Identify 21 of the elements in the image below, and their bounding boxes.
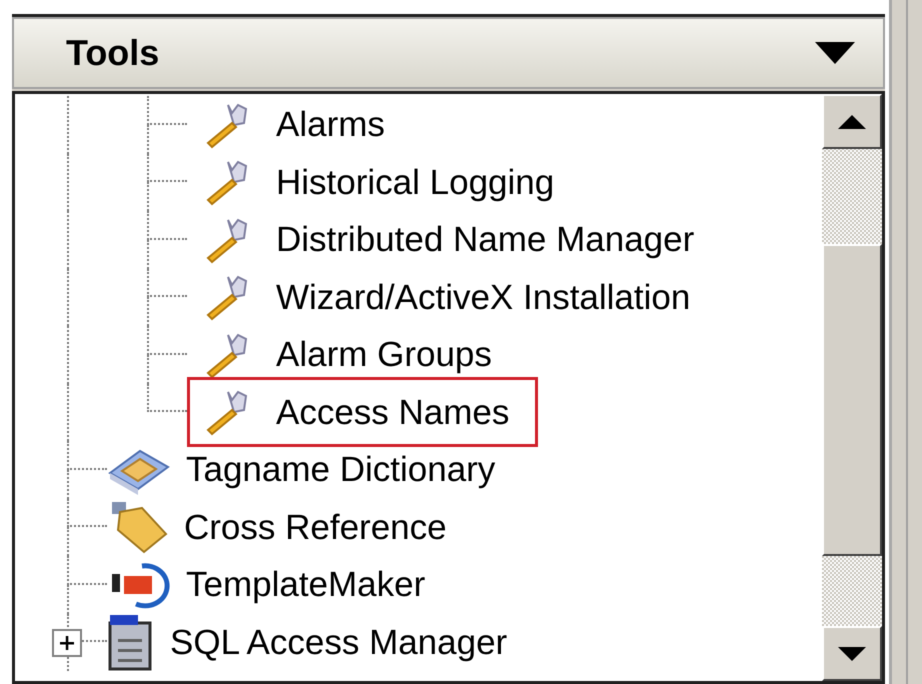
scroll-down-button[interactable]	[822, 626, 882, 681]
panel-title: Tools	[66, 31, 160, 75]
scroll-up-button[interactable]	[822, 94, 882, 149]
tree-item[interactable]: Alarms	[276, 107, 385, 142]
tree-item[interactable]: Historical Logging	[276, 164, 554, 200]
tree-item[interactable]: Wizard/ActiveX Installation	[276, 280, 690, 315]
up-arrow-icon	[838, 114, 866, 128]
tree-item[interactable]: SQL Access Manager	[170, 624, 508, 660]
panel-header[interactable]: Tools	[12, 17, 885, 89]
tree-item[interactable]: Distributed Name Manager	[276, 222, 694, 258]
scroll-thumb[interactable]	[822, 244, 882, 556]
tree-item[interactable]: TemplateMaker	[186, 567, 426, 602]
tree-item[interactable]: Alarm Groups	[276, 337, 492, 372]
scrollbar[interactable]	[822, 94, 882, 681]
tree-item[interactable]: Tagname Dictionary	[186, 452, 496, 488]
tree-item[interactable]: Cross Reference	[184, 510, 447, 545]
dropdown-arrow-icon	[815, 42, 855, 64]
plus-icon	[59, 634, 75, 650]
expander[interactable]	[52, 628, 82, 656]
tree-item[interactable]: Access Names	[276, 394, 510, 430]
down-arrow-icon	[838, 646, 866, 660]
